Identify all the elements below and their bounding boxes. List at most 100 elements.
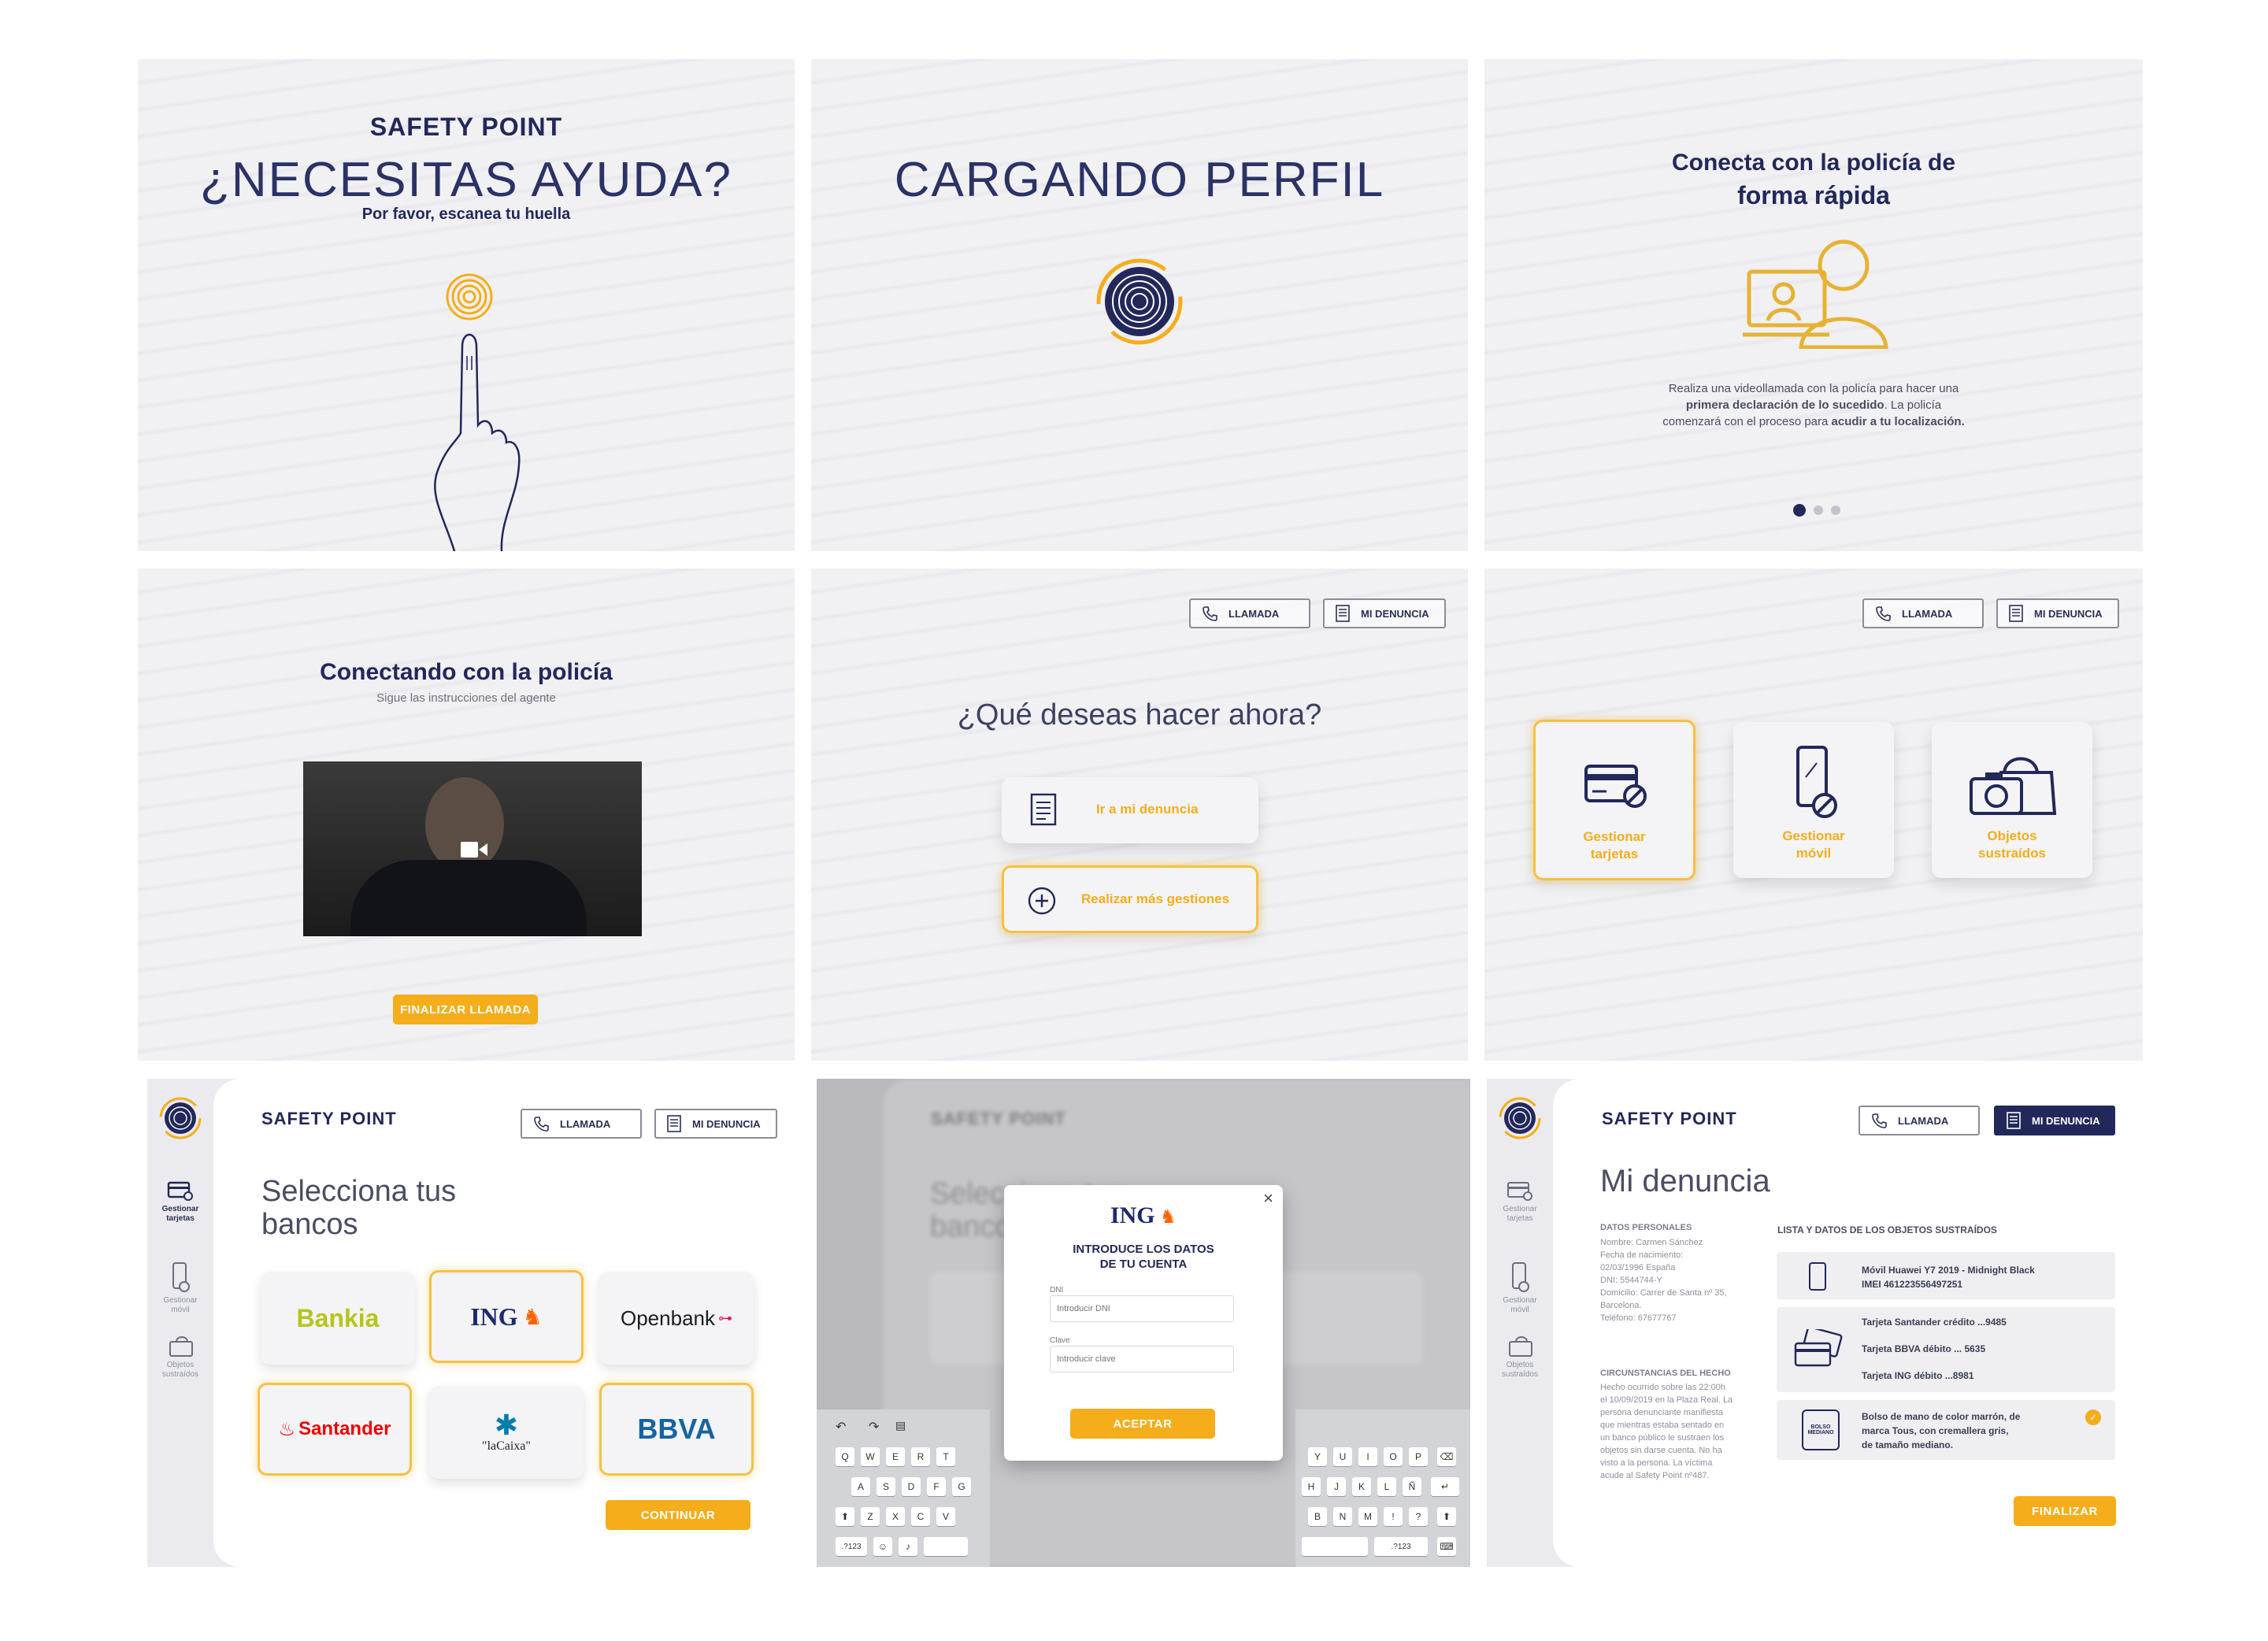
my-report-button[interactable]: MI DENUNCIA (1996, 598, 2119, 628)
pager-dot[interactable] (1831, 506, 1840, 515)
key[interactable]: ? (1409, 1507, 1428, 1526)
num-key[interactable]: .?123 (836, 1537, 867, 1556)
key[interactable]: I (1358, 1447, 1377, 1466)
personal-data-lines: Nombre: Carmen Sánchez Fecha de nacimient… (1600, 1236, 1727, 1324)
circumstances-lines: Hecho ocurrido sobre las 22:00h el 10/09/… (1600, 1381, 1732, 1482)
key[interactable]: Q (836, 1447, 854, 1466)
my-report-button[interactable]: MI DENUNCIA (1994, 1106, 2115, 1135)
key[interactable]: D (902, 1477, 921, 1496)
key[interactable]: M (1358, 1507, 1377, 1526)
sidebar-item-items[interactable]: Objetos sustraídos (147, 1335, 213, 1380)
space-key[interactable] (924, 1537, 968, 1556)
redo-icon[interactable]: ↷ (869, 1419, 879, 1435)
sidebar: Gestionar tarjetas Gestionar móvil Objetos… (1487, 1079, 1553, 1567)
call-button[interactable]: LLAMADA (521, 1109, 642, 1139)
key[interactable]: S (876, 1477, 895, 1496)
loading-fingerprint-icon (1096, 258, 1183, 345)
key[interactable]: C (911, 1507, 930, 1526)
space-key[interactable] (1302, 1537, 1368, 1556)
num-key[interactable]: .?123 (1374, 1537, 1428, 1556)
my-report-label: MI DENUNCIA (1361, 607, 1429, 620)
key[interactable]: H (1302, 1477, 1321, 1496)
key[interactable]: A (851, 1477, 870, 1496)
text-line: visto a la persona. La víctima (1600, 1458, 1713, 1468)
keyboard-hide-key[interactable]: ⌨ (1437, 1537, 1456, 1556)
key[interactable]: N (1333, 1507, 1352, 1526)
emoji-key[interactable]: ☺ (873, 1537, 892, 1556)
accept-button[interactable]: ACEPTAR (1070, 1409, 1215, 1439)
flame-icon: ♨ (278, 1418, 296, 1440)
text-line: Domicilio: Carrer de Santa nº 35, (1600, 1288, 1727, 1298)
bank-openbank[interactable]: Openbank ⊶ (599, 1272, 754, 1365)
key[interactable]: B (1308, 1507, 1327, 1526)
key[interactable]: V (936, 1507, 955, 1526)
card-label: Objetos sustraídos (1978, 828, 2046, 861)
key[interactable]: Ñ (1403, 1477, 1421, 1496)
call-button[interactable]: LLAMADA (1862, 598, 1984, 628)
clipboard-icon[interactable]: ▤ (895, 1419, 906, 1432)
login-modal: × ING ♞ INTRODUCE LOS DATOS DE TU CUENTA D… (1004, 1185, 1283, 1461)
dni-label: DNI (1050, 1286, 1064, 1295)
key[interactable]: T (936, 1447, 955, 1466)
key[interactable]: ! (1384, 1507, 1403, 1526)
dni-input[interactable] (1050, 1295, 1234, 1322)
key[interactable]: L (1377, 1477, 1396, 1496)
item-phone: Móvil Huawei Y7 2019 - Midnight Black IME… (1777, 1252, 2115, 1299)
key[interactable]: F (927, 1477, 946, 1496)
bank-bbva[interactable]: BBVA (599, 1383, 754, 1476)
undo-icon[interactable]: ↶ (836, 1419, 846, 1435)
key[interactable]: E (886, 1447, 905, 1466)
sidebar-item-cards[interactable]: Gestionar tarjetas (1487, 1181, 1553, 1224)
backspace-key[interactable]: ⌫ (1437, 1447, 1456, 1466)
return-key[interactable]: ↵ (1431, 1477, 1459, 1496)
key[interactable]: Y (1308, 1447, 1327, 1466)
sidebar-item-phone[interactable]: Gestionar móvil (1487, 1261, 1553, 1315)
manage-phone-card[interactable]: Gestionar móvil (1733, 722, 1894, 878)
bank-lacaixa[interactable]: ✱ "laCaixa" (429, 1386, 584, 1479)
go-to-report-option[interactable]: Ir a mi denuncia (1002, 777, 1258, 843)
key[interactable]: P (1409, 1447, 1428, 1466)
pager-dot[interactable] (1814, 506, 1823, 515)
stolen-items-card[interactable]: Objetos sustraídos (1932, 722, 2092, 878)
shift-key[interactable]: ⬆ (836, 1507, 854, 1526)
sidebar-item-phone[interactable]: Gestionar móvil (147, 1261, 213, 1315)
document-icon (1030, 793, 1057, 826)
call-button[interactable]: LLAMADA (1858, 1106, 1980, 1135)
fingerprint-icon[interactable] (444, 272, 495, 322)
call-button[interactable]: LLAMADA (1189, 598, 1310, 628)
key[interactable]: X (886, 1507, 905, 1526)
sidebar-item-items[interactable]: Objetos sustraídos (1487, 1335, 1553, 1380)
video-camera-icon[interactable] (461, 840, 487, 859)
screen-connecting: Conectando con la policía Sigue las inst… (138, 569, 795, 1061)
profile-badge-icon[interactable] (158, 1096, 202, 1140)
plus-circle-icon (1028, 887, 1056, 915)
finish-button[interactable]: FINALIZAR (2014, 1496, 2116, 1526)
key[interactable]: W (861, 1447, 880, 1466)
more-actions-option[interactable]: Realizar más gestiones (1002, 865, 1258, 933)
key[interactable]: U (1333, 1447, 1352, 1466)
key[interactable]: G (952, 1477, 971, 1496)
bank-ing[interactable]: ING ♞ (429, 1270, 584, 1363)
desc-line2-rest: . La policía (1884, 398, 1942, 412)
my-report-button[interactable]: MI DENUNCIA (1323, 598, 1446, 628)
call-label: LLAMADA (1902, 607, 1953, 620)
pager-dot[interactable] (1793, 504, 1806, 517)
shift-key[interactable]: ⬆ (1437, 1507, 1456, 1526)
end-call-button[interactable]: FINALIZAR LLAMADA (393, 995, 538, 1024)
manage-cards-card[interactable]: Gestionar tarjetas (1533, 720, 1695, 880)
phone-icon (534, 1117, 549, 1132)
key[interactable]: Z (861, 1507, 880, 1526)
sidebar-item-cards[interactable]: Gestionar tarjetas (147, 1181, 213, 1224)
password-input[interactable] (1050, 1346, 1234, 1372)
mic-key[interactable]: ♪ (899, 1537, 917, 1556)
bank-bankia[interactable]: Bankia (261, 1272, 415, 1365)
key[interactable]: R (911, 1447, 930, 1466)
key[interactable]: O (1384, 1447, 1403, 1466)
my-report-button[interactable]: MI DENUNCIA (654, 1109, 777, 1139)
brand-logo: SAFETY POINT (261, 1109, 397, 1128)
key[interactable]: J (1327, 1477, 1346, 1496)
key[interactable]: K (1352, 1477, 1371, 1496)
bank-santander[interactable]: ♨ Santander (258, 1383, 412, 1476)
profile-badge-icon[interactable] (1498, 1096, 1542, 1140)
continue-button[interactable]: CONTINUAR (606, 1500, 750, 1530)
